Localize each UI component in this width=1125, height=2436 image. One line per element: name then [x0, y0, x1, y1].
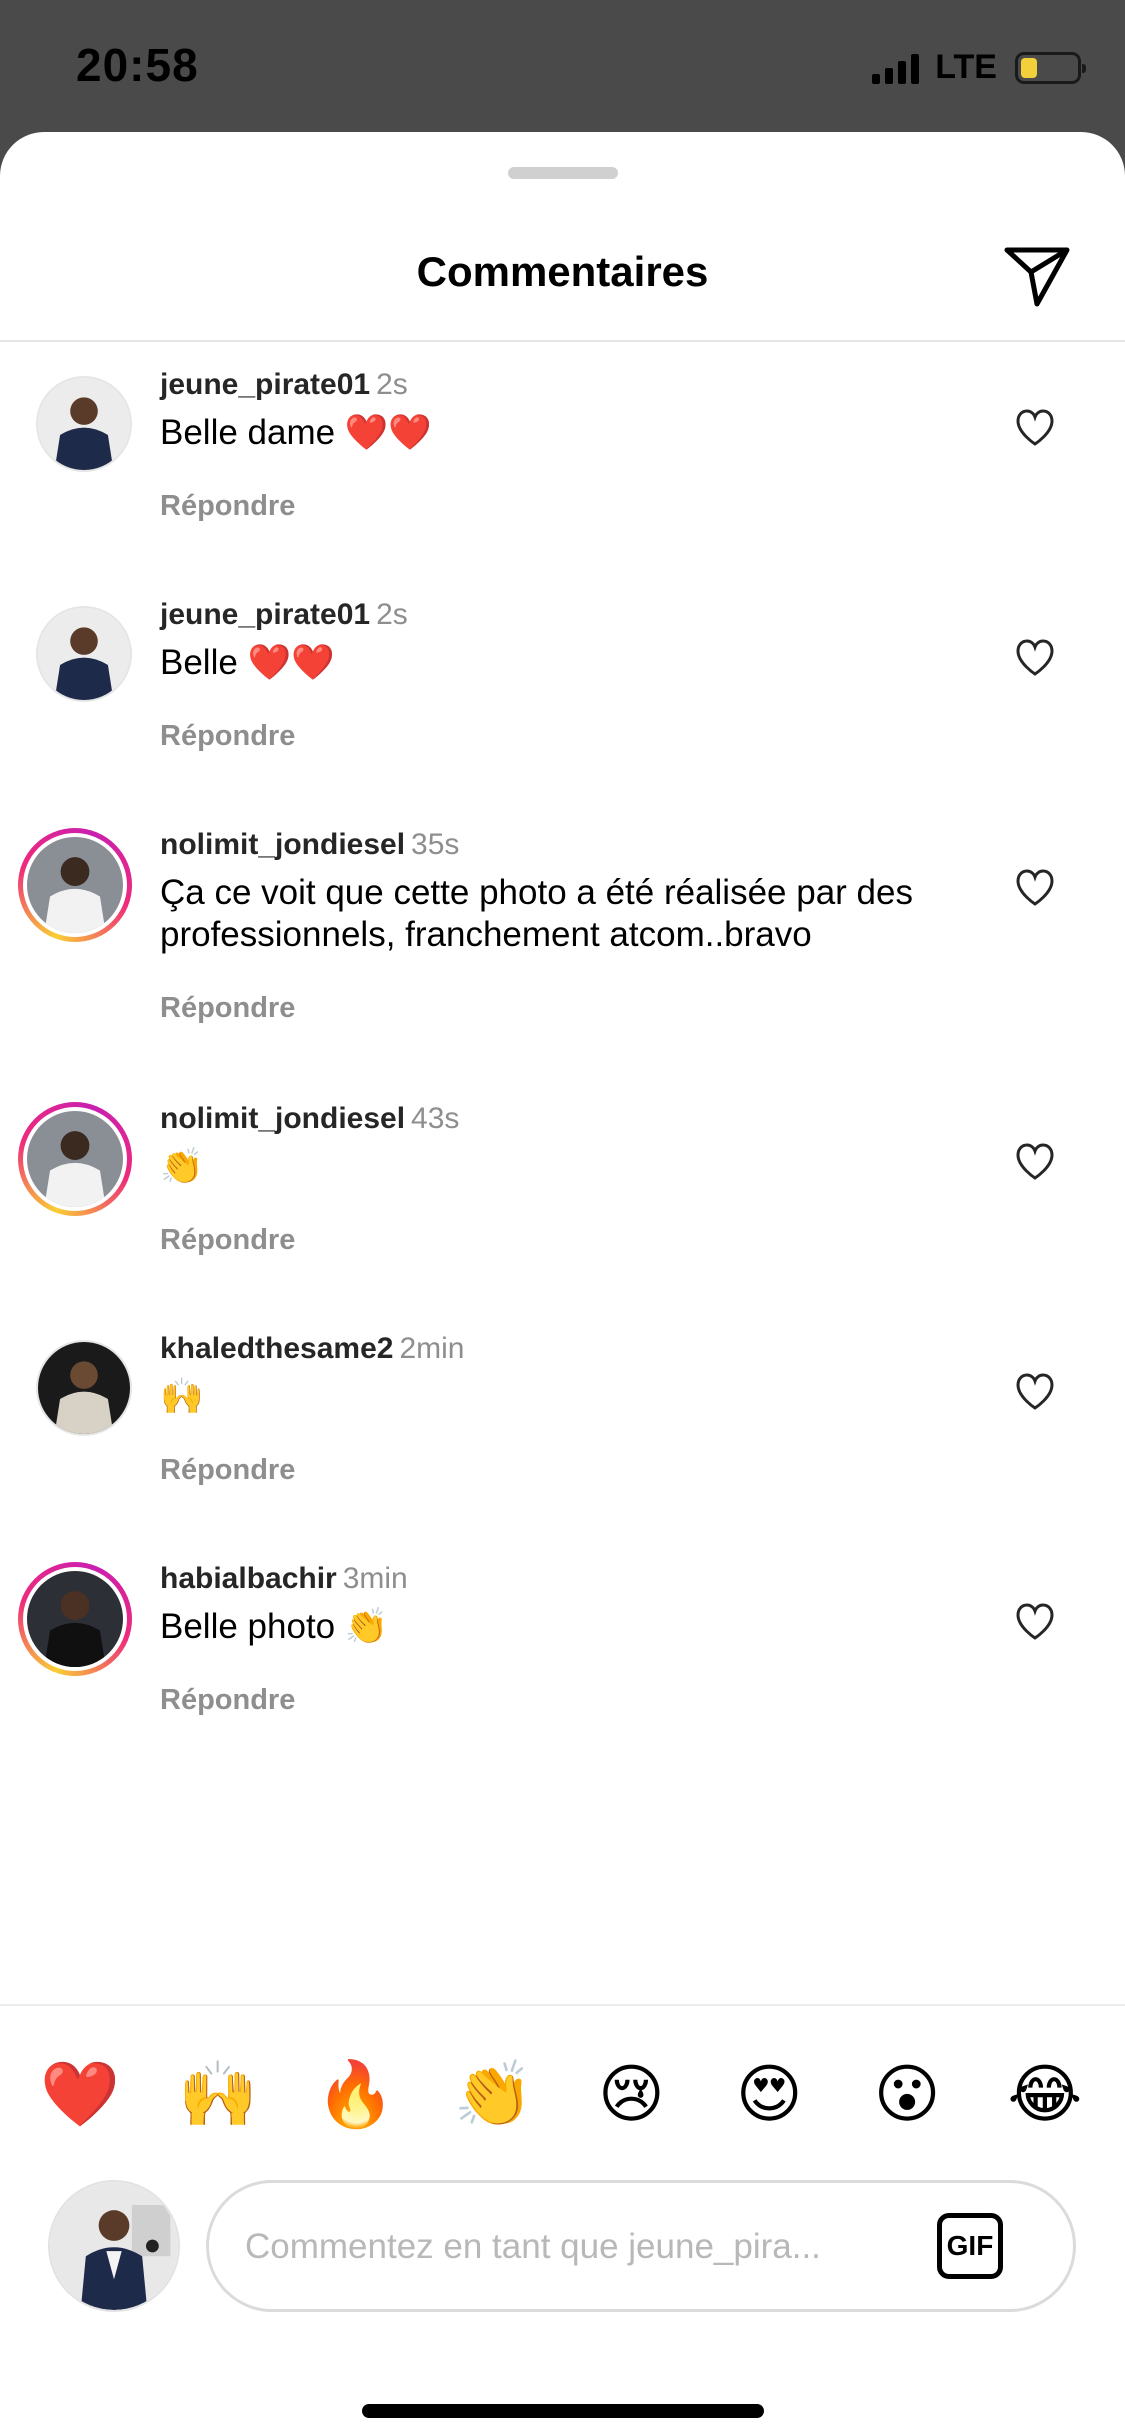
commenter-avatar[interactable]: [36, 606, 132, 702]
heart-icon: [1016, 639, 1054, 676]
comment-header: nolimit_jondiesel 35s: [160, 828, 459, 862]
comment-header: jeune_pirate01 2s: [160, 598, 408, 632]
signal-strength-icon: [872, 52, 920, 84]
gif-button[interactable]: GIF: [937, 2213, 1003, 2279]
network-type: LTE: [935, 48, 997, 86]
commenter-avatar[interactable]: [18, 1562, 132, 1676]
comment-username[interactable]: habialbachir: [160, 1562, 337, 1595]
comment-username[interactable]: nolimit_jondiesel: [160, 828, 405, 861]
status-bar: 20:58 LTE: [0, 0, 1125, 140]
comment-text: Belle dame ❤️❤️: [160, 413, 432, 452]
reaction-clapping-hands-button[interactable]: 👏: [444, 2050, 544, 2140]
like-comment-button[interactable]: [1014, 1372, 1056, 1412]
reaction-tears-of-joy-face-button[interactable]: 😂: [995, 2050, 1095, 2140]
status-time: 20:58: [76, 39, 199, 91]
comment-timestamp: 35s: [411, 828, 460, 861]
reaction-heart-button[interactable]: ❤️: [30, 2050, 130, 2140]
comment-text: Belle ❤️❤️: [160, 643, 335, 682]
comment-header: habialbachir 3min: [160, 1562, 408, 1596]
reply-button[interactable]: Répondre: [160, 992, 295, 1025]
battery-icon: [1015, 51, 1086, 84]
reaction-heart-eyes-face-button[interactable]: 😍: [719, 2050, 819, 2140]
home-indicator[interactable]: [362, 2404, 764, 2418]
commenter-avatar[interactable]: [36, 1340, 132, 1436]
heart-icon: [1016, 869, 1054, 906]
heart-icon: [1016, 409, 1054, 446]
reply-button[interactable]: Répondre: [160, 490, 295, 523]
paper-plane-icon: [1004, 247, 1070, 307]
comment-text: 🙌: [160, 1377, 204, 1416]
like-comment-button[interactable]: [1014, 408, 1056, 448]
comment-username[interactable]: jeune_pirate01: [160, 368, 370, 401]
comments-header: Commentaires: [0, 222, 1125, 342]
commenter-avatar[interactable]: [18, 1102, 132, 1216]
reaction-fire-button[interactable]: 🔥: [306, 2050, 406, 2140]
comment-header: jeune_pirate01 2s: [160, 368, 408, 402]
comment-timestamp: 2s: [376, 368, 408, 401]
comment-header: khaledthesame2 2min: [160, 1332, 464, 1366]
comment-text: 👏: [160, 1147, 204, 1186]
comment-timestamp: 2s: [376, 598, 408, 631]
comment-input-placeholder: Commentez en tant que jeune_pira...: [245, 2227, 821, 2266]
comment-username[interactable]: nolimit_jondiesel: [160, 1102, 405, 1135]
heart-icon: [1016, 1143, 1054, 1180]
comment-username[interactable]: khaledthesame2: [160, 1332, 393, 1365]
page-title: Commentaires: [416, 248, 709, 295]
quick-reactions-bar: ❤️ 🙌 🔥 👏 😢 😍 😮 😂: [30, 2050, 1095, 2140]
comment-username[interactable]: jeune_pirate01: [160, 598, 370, 631]
current-user-avatar: [48, 2180, 180, 2312]
commenter-avatar[interactable]: [36, 376, 132, 472]
comment-timestamp: 3min: [342, 1562, 408, 1595]
sheet-grabber-handle[interactable]: [508, 167, 618, 179]
comment-text: Belle photo 👏: [160, 1607, 389, 1646]
commenter-avatar[interactable]: [18, 828, 132, 942]
reply-button[interactable]: Répondre: [160, 1454, 295, 1487]
heart-icon: [1016, 1603, 1054, 1640]
reply-button[interactable]: Répondre: [160, 720, 295, 753]
like-comment-button[interactable]: [1014, 638, 1056, 678]
like-comment-button[interactable]: [1014, 1602, 1056, 1642]
reply-button[interactable]: Répondre: [160, 1224, 295, 1257]
reaction-raised-hands-button[interactable]: 🙌: [168, 2050, 268, 2140]
reaction-surprised-face-button[interactable]: 😮: [857, 2050, 957, 2140]
share-button[interactable]: [1001, 240, 1073, 312]
heart-icon: [1016, 1373, 1054, 1410]
like-comment-button[interactable]: [1014, 1142, 1056, 1182]
like-comment-button[interactable]: [1014, 868, 1056, 908]
comment-text: Ça ce voit que cette photo a été réalisé…: [160, 873, 913, 954]
reaction-crying-face-button[interactable]: 😢: [581, 2050, 681, 2140]
comment-input[interactable]: Commentez en tant que jeune_pira... GIF: [206, 2180, 1076, 2312]
comment-header: nolimit_jondiesel 43s: [160, 1102, 459, 1136]
divider: [0, 2004, 1125, 2006]
status-indicators: LTE: [872, 48, 1086, 87]
comments-sheet: Commentaires jeune_pirate01 2s Belle dame …: [0, 132, 1125, 2436]
reply-button[interactable]: Répondre: [160, 1684, 295, 1717]
comment-timestamp: 43s: [411, 1102, 460, 1135]
comment-timestamp: 2min: [399, 1332, 465, 1365]
